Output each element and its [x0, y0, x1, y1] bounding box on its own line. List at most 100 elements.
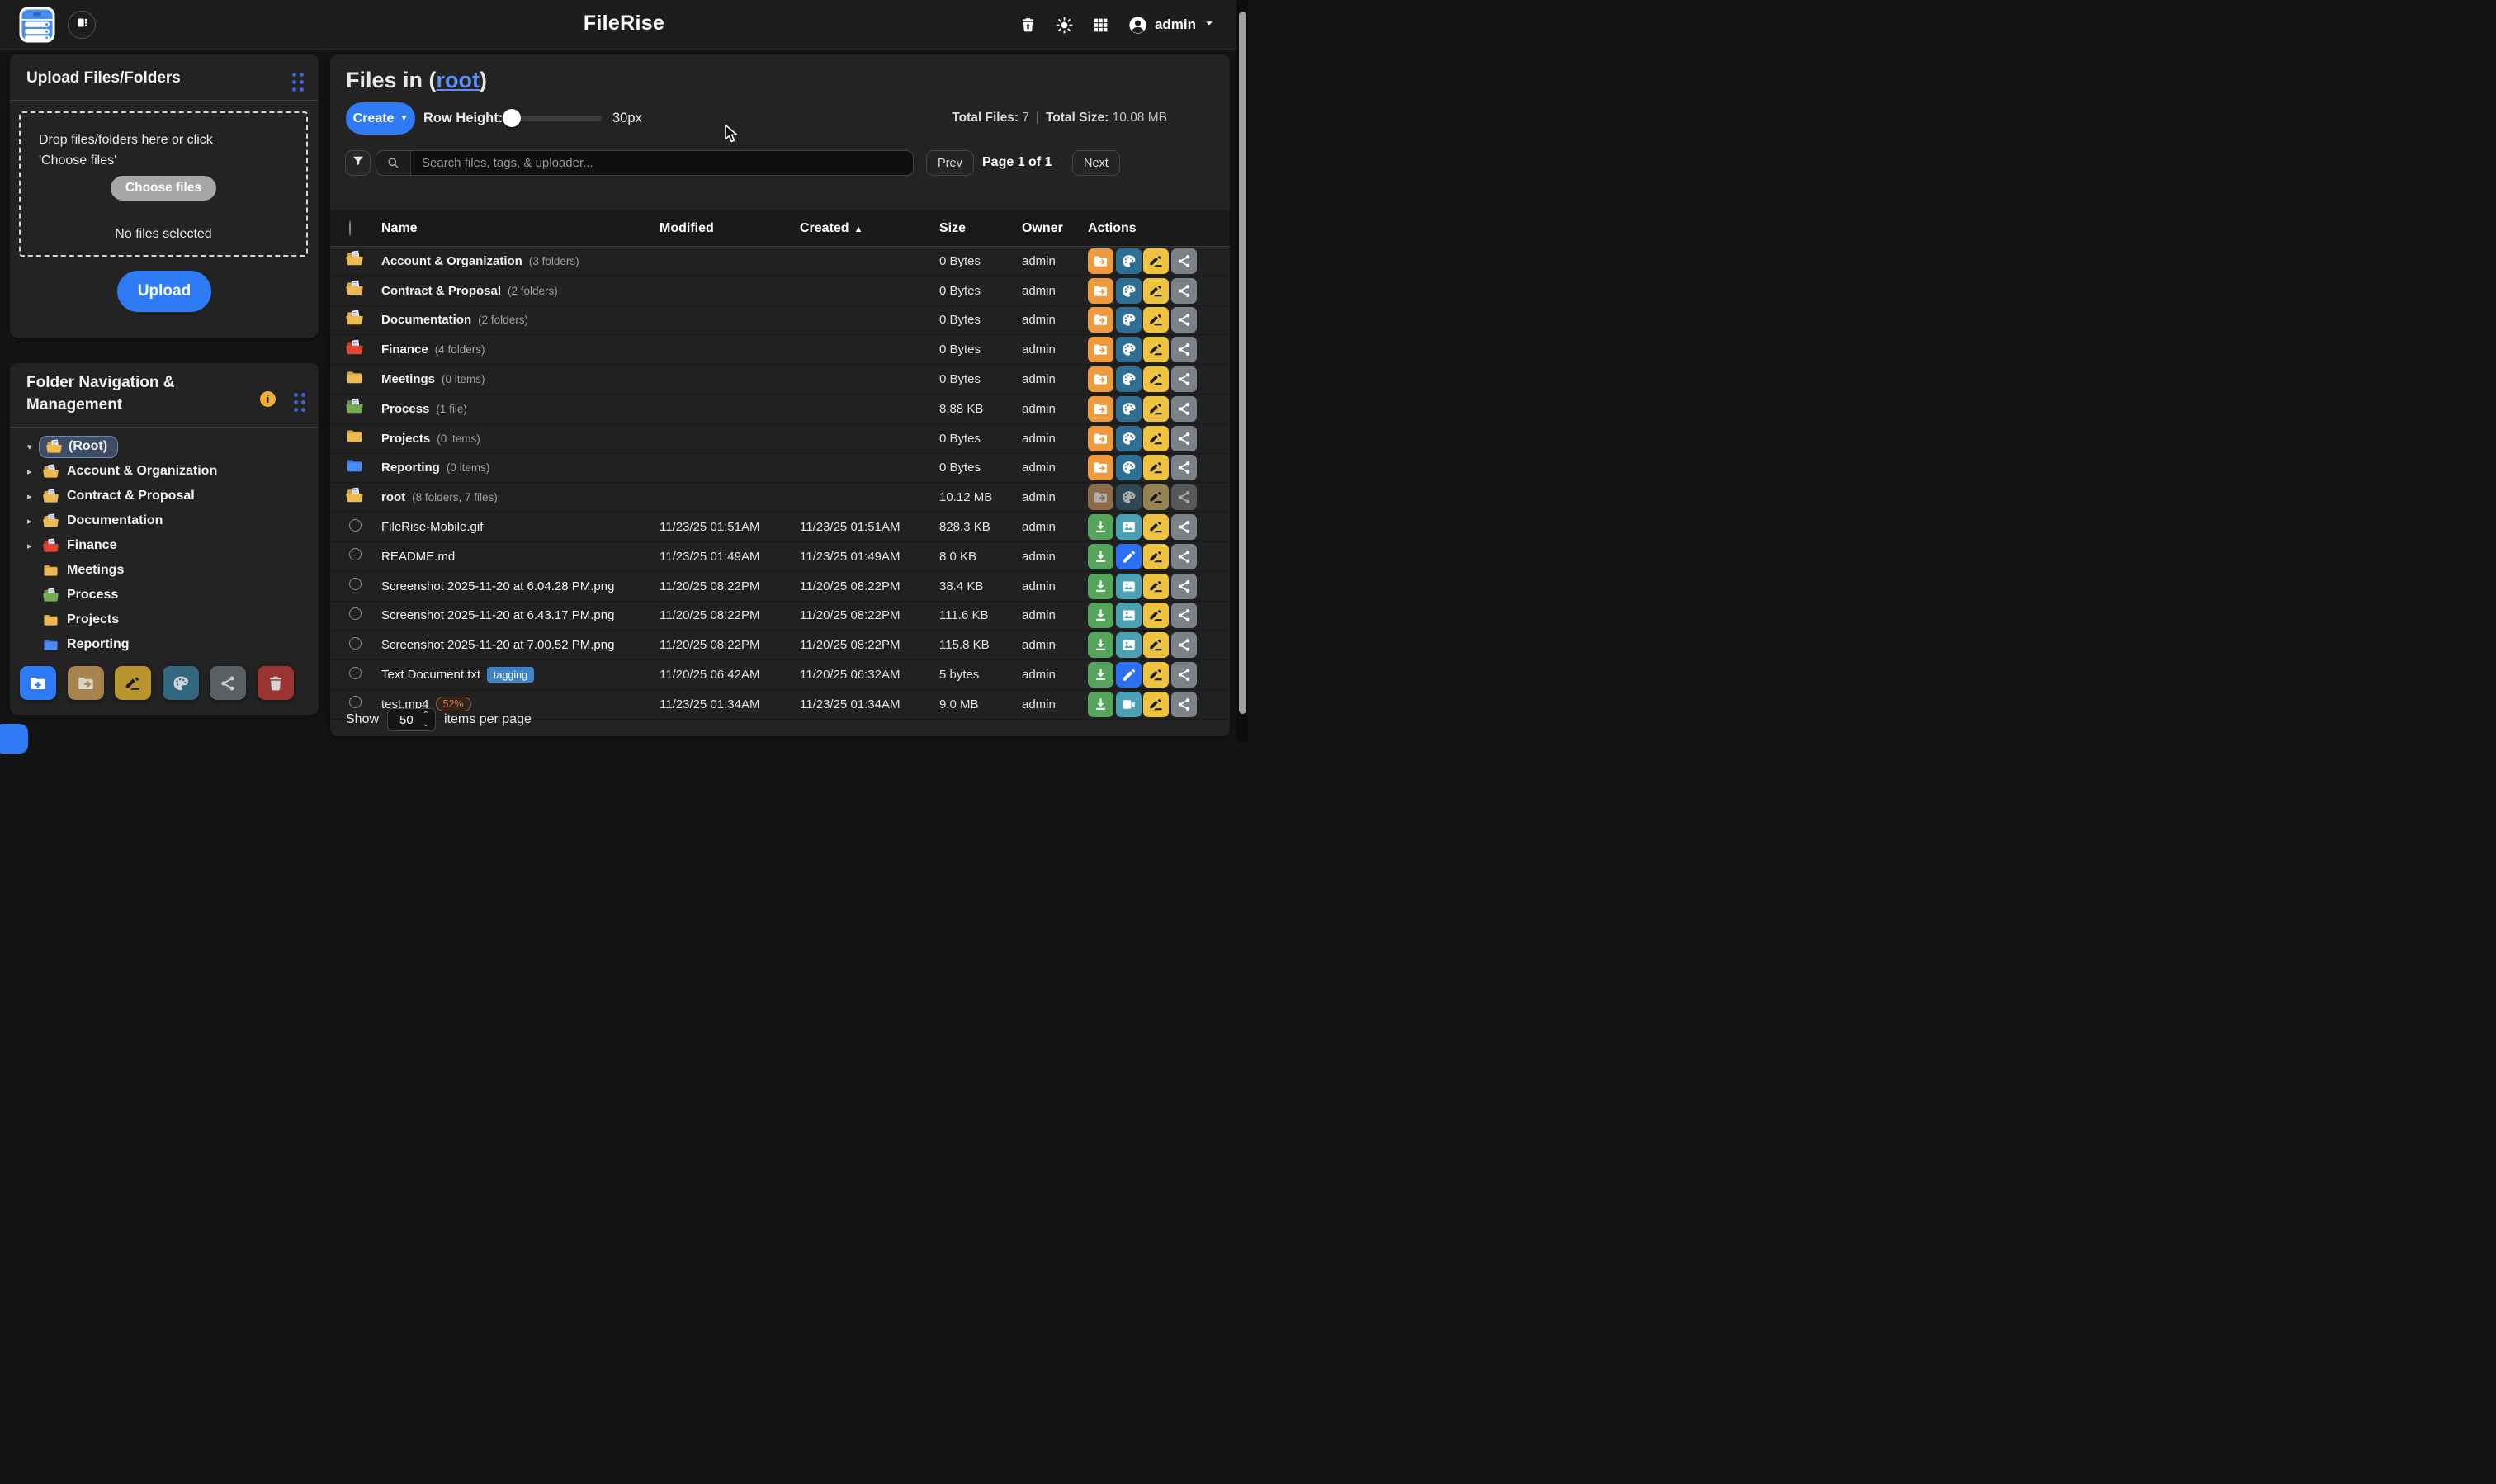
chevron-right-icon[interactable]: ▸ — [27, 541, 39, 551]
palette-action-button[interactable] — [1116, 455, 1142, 480]
palette-action-button[interactable] — [1116, 248, 1142, 274]
move-action-button[interactable] — [1088, 396, 1113, 422]
rename-action-button[interactable] — [1143, 366, 1169, 392]
move-action-button[interactable] — [1088, 337, 1113, 362]
slider-knob[interactable] — [503, 109, 521, 127]
rename-action-button[interactable] — [1143, 544, 1169, 569]
folder-name-link[interactable]: root — [381, 490, 405, 504]
file-name-link[interactable]: Screenshot 2025-11-20 at 6.43.17 PM.png — [381, 608, 614, 622]
upload-button[interactable]: Upload — [117, 271, 211, 312]
edit-action-button[interactable] — [1116, 662, 1142, 688]
tree-item-root[interactable]: ▾ (Root) — [10, 434, 319, 459]
file-dropzone[interactable]: Drop files/folders here or click 'Choose… — [19, 111, 308, 257]
info-icon[interactable]: i — [260, 391, 276, 407]
drag-handle-icon[interactable] — [292, 73, 304, 92]
row-checkbox[interactable] — [349, 519, 362, 532]
image-action-button[interactable] — [1116, 603, 1142, 628]
share-action-button[interactable] — [1171, 278, 1197, 304]
row-height-slider[interactable] — [501, 116, 602, 121]
share-action-button[interactable] — [1171, 662, 1197, 688]
search-input[interactable] — [410, 151, 913, 175]
chevron-down-icon[interactable]: ▾ — [27, 442, 39, 452]
rename-action-button[interactable] — [1143, 426, 1169, 451]
tree-item-reporting[interactable]: Reporting — [10, 632, 319, 657]
share-action-button[interactable] — [1171, 248, 1197, 274]
file-name-link[interactable]: README.md — [381, 550, 455, 564]
scrollbar-thumb[interactable] — [1239, 12, 1246, 714]
download-action-button[interactable] — [1088, 544, 1113, 569]
rename-action-button[interactable] — [1143, 574, 1169, 599]
rename-action-button[interactable] — [1143, 307, 1169, 333]
file-name-link[interactable]: FileRise-Mobile.gif — [381, 520, 483, 534]
row-checkbox[interactable] — [349, 696, 362, 708]
create-folder-button[interactable] — [20, 666, 56, 700]
folder-name-link[interactable]: Reporting — [381, 461, 440, 475]
folder-name-link[interactable]: Process — [381, 402, 429, 416]
row-checkbox[interactable] — [349, 667, 362, 679]
choose-files-button[interactable]: Choose files — [111, 176, 216, 201]
share-action-button[interactable] — [1171, 544, 1197, 569]
share-action-button[interactable] — [1171, 307, 1197, 333]
image-action-button[interactable] — [1116, 574, 1142, 599]
tree-item-account-organization[interactable]: ▸ Account & Organization — [10, 459, 319, 484]
folder-name-link[interactable]: Account & Organization — [381, 254, 522, 268]
share-action-button[interactable] — [1171, 396, 1197, 422]
share-action-button[interactable] — [1171, 366, 1197, 392]
theme-brightness-icon[interactable] — [1056, 16, 1074, 34]
rename-action-button[interactable] — [1143, 692, 1169, 717]
share-action-button[interactable] — [1171, 632, 1197, 658]
move-action-button[interactable] — [1088, 307, 1113, 333]
prev-page-button[interactable]: Prev — [926, 150, 974, 176]
rename-action-button[interactable] — [1143, 662, 1169, 688]
column-header-modified[interactable]: Modified — [659, 221, 800, 236]
rename-action-button[interactable] — [1143, 603, 1169, 628]
root-breadcrumb-link[interactable]: root — [437, 68, 480, 92]
color-folder-button[interactable] — [163, 666, 199, 700]
next-page-button[interactable]: Next — [1072, 150, 1120, 176]
palette-action-button[interactable] — [1116, 426, 1142, 451]
download-action-button[interactable] — [1088, 632, 1113, 658]
selected-folder-pill[interactable]: (Root) — [39, 436, 118, 458]
tree-item-projects[interactable]: Projects — [10, 607, 319, 632]
row-checkbox[interactable] — [349, 548, 362, 560]
column-header-created[interactable]: Created▲ — [800, 221, 939, 236]
user-menu[interactable]: admin — [1128, 16, 1215, 35]
share-action-button[interactable] — [1171, 337, 1197, 362]
download-action-button[interactable] — [1088, 574, 1113, 599]
restore-trash-icon[interactable] — [1019, 16, 1038, 34]
share-action-button[interactable] — [1171, 692, 1197, 717]
image-action-button[interactable] — [1116, 514, 1142, 540]
folder-name-link[interactable]: Contract & Proposal — [381, 284, 501, 298]
palette-action-button[interactable] — [1116, 278, 1142, 304]
column-header-name[interactable]: Name — [381, 221, 659, 236]
row-checkbox[interactable] — [349, 607, 362, 620]
move-action-button[interactable] — [1088, 248, 1113, 274]
file-name-link[interactable]: Screenshot 2025-11-20 at 6.04.28 PM.png — [381, 579, 614, 593]
per-page-select[interactable]: 50⌃⌄ — [387, 708, 436, 731]
share-folder-button[interactable] — [210, 666, 246, 700]
delete-folder-button[interactable] — [258, 666, 294, 700]
move-action-button[interactable] — [1088, 278, 1113, 304]
rename-action-button[interactable] — [1143, 278, 1169, 304]
palette-action-button[interactable] — [1116, 366, 1142, 392]
edit-action-button[interactable] — [1116, 544, 1142, 569]
download-action-button[interactable] — [1088, 603, 1113, 628]
move-action-button[interactable] — [1088, 426, 1113, 451]
tree-item-documentation[interactable]: ▸ Documentation — [10, 508, 319, 533]
share-action-button[interactable] — [1171, 603, 1197, 628]
download-action-button[interactable] — [1088, 514, 1113, 540]
chevron-right-icon[interactable]: ▸ — [27, 466, 39, 477]
rename-action-button[interactable] — [1143, 632, 1169, 658]
palette-action-button[interactable] — [1116, 396, 1142, 422]
rename-action-button[interactable] — [1143, 337, 1169, 362]
file-name-link[interactable]: Text Document.txt — [381, 668, 480, 682]
file-name-link[interactable]: Screenshot 2025-11-20 at 7.00.52 PM.png — [381, 638, 614, 652]
select-all-checkbox[interactable] — [349, 220, 351, 236]
move-action-button[interactable] — [1088, 455, 1113, 480]
share-action-button[interactable] — [1171, 574, 1197, 599]
create-button[interactable]: Create▼ — [346, 102, 415, 135]
row-checkbox[interactable] — [349, 578, 362, 590]
image-action-button[interactable] — [1116, 632, 1142, 658]
palette-action-button[interactable] — [1116, 307, 1142, 333]
filter-button[interactable] — [345, 150, 371, 176]
